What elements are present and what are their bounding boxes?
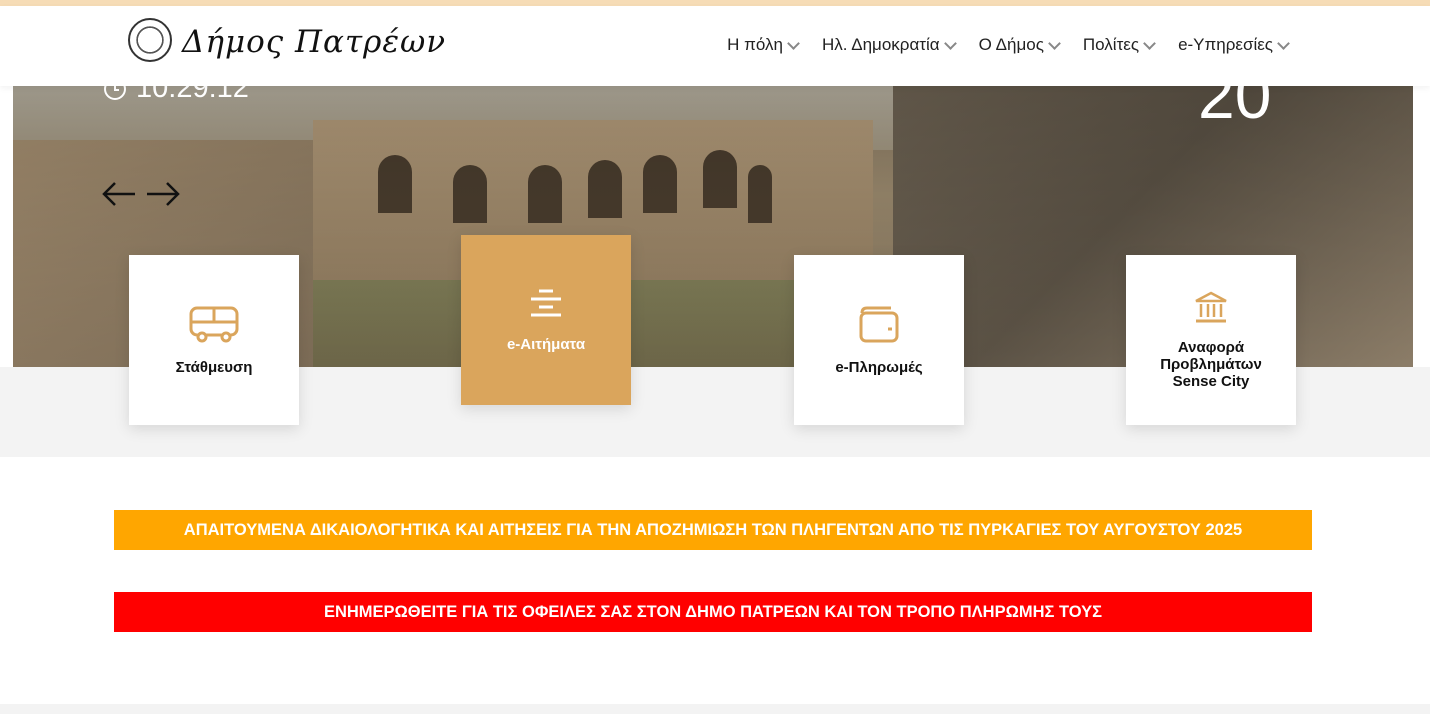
footer-strip bbox=[0, 704, 1430, 714]
chevron-down-icon bbox=[1048, 36, 1061, 50]
nav-label: Ο Δήμος bbox=[978, 35, 1044, 54]
service-card-problem-report[interactable]: Αναφορά Προβλημάτων Sense City bbox=[1126, 255, 1296, 425]
site-logo-text[interactable]: Δήμος Πατρέων bbox=[182, 24, 446, 60]
bus-icon bbox=[189, 306, 239, 342]
nav-item-city[interactable]: Η πόλη bbox=[727, 35, 800, 55]
nav-item-municipality[interactable]: Ο Δήμος bbox=[978, 35, 1061, 55]
debts-info-banner[interactable]: ΕΝΗΜΕΡΩΘΕΙΤΕ ΓΙΑ ΤΙΣ ΟΦΕΙΛΕΣ ΣΑΣ ΣΤΟΝ ΔΗ… bbox=[114, 592, 1312, 632]
chevron-down-icon bbox=[1143, 36, 1156, 50]
arrow-right-icon[interactable] bbox=[145, 178, 181, 210]
arrow-left-icon[interactable] bbox=[101, 178, 137, 210]
bank-icon bbox=[1195, 291, 1227, 322]
fire-compensation-banner[interactable]: ΑΠΑΙΤΟΥΜΕΝΑ ΔΙΚΑΙΟΛΟΓΗΤΙΚΑ ΚΑΙ ΑΙΤΗΣΕΙΣ … bbox=[114, 510, 1312, 550]
nav-item-e-democracy[interactable]: Ηλ. Δημοκρατία bbox=[821, 35, 957, 55]
wallet-icon bbox=[859, 306, 899, 342]
nav-item-e-services[interactable]: e-Υπηρεσίες bbox=[1178, 35, 1290, 55]
service-card-e-requests[interactable]: e-Αιτήματα bbox=[461, 235, 631, 405]
site-header: Δήμος Πατρέων Η πόλη Ηλ. Δημοκρατία Ο Δή… bbox=[0, 6, 1430, 86]
service-label: Στάθμευση bbox=[175, 358, 253, 376]
chevron-down-icon bbox=[943, 36, 957, 50]
logo-seal-icon[interactable] bbox=[128, 18, 172, 62]
nav-label: e-Υπηρεσίες bbox=[1178, 35, 1273, 54]
nav-item-citizens[interactable]: Πολίτες bbox=[1082, 35, 1156, 55]
service-card-e-payments[interactable]: e-Πληρωμές bbox=[794, 255, 964, 425]
chevron-down-icon bbox=[1277, 36, 1290, 50]
chevron-down-icon bbox=[787, 36, 800, 50]
align-center-icon bbox=[531, 289, 561, 316]
nav-label: Πολίτες bbox=[1082, 35, 1140, 54]
service-label: Αναφορά Προβλημάτων Sense City bbox=[1160, 338, 1262, 390]
service-card-parking[interactable]: Στάθμευση bbox=[129, 255, 299, 425]
nav-label: Η πόλη bbox=[727, 35, 783, 54]
nav-label: Ηλ. Δημοκρατία bbox=[821, 35, 940, 54]
main-nav: Η πόλη Ηλ. Δημοκρατία Ο Δήμος Πολίτες e-… bbox=[727, 35, 1290, 55]
service-label: e-Πληρωμές bbox=[835, 358, 923, 376]
service-label: e-Αιτήματα bbox=[506, 335, 586, 353]
